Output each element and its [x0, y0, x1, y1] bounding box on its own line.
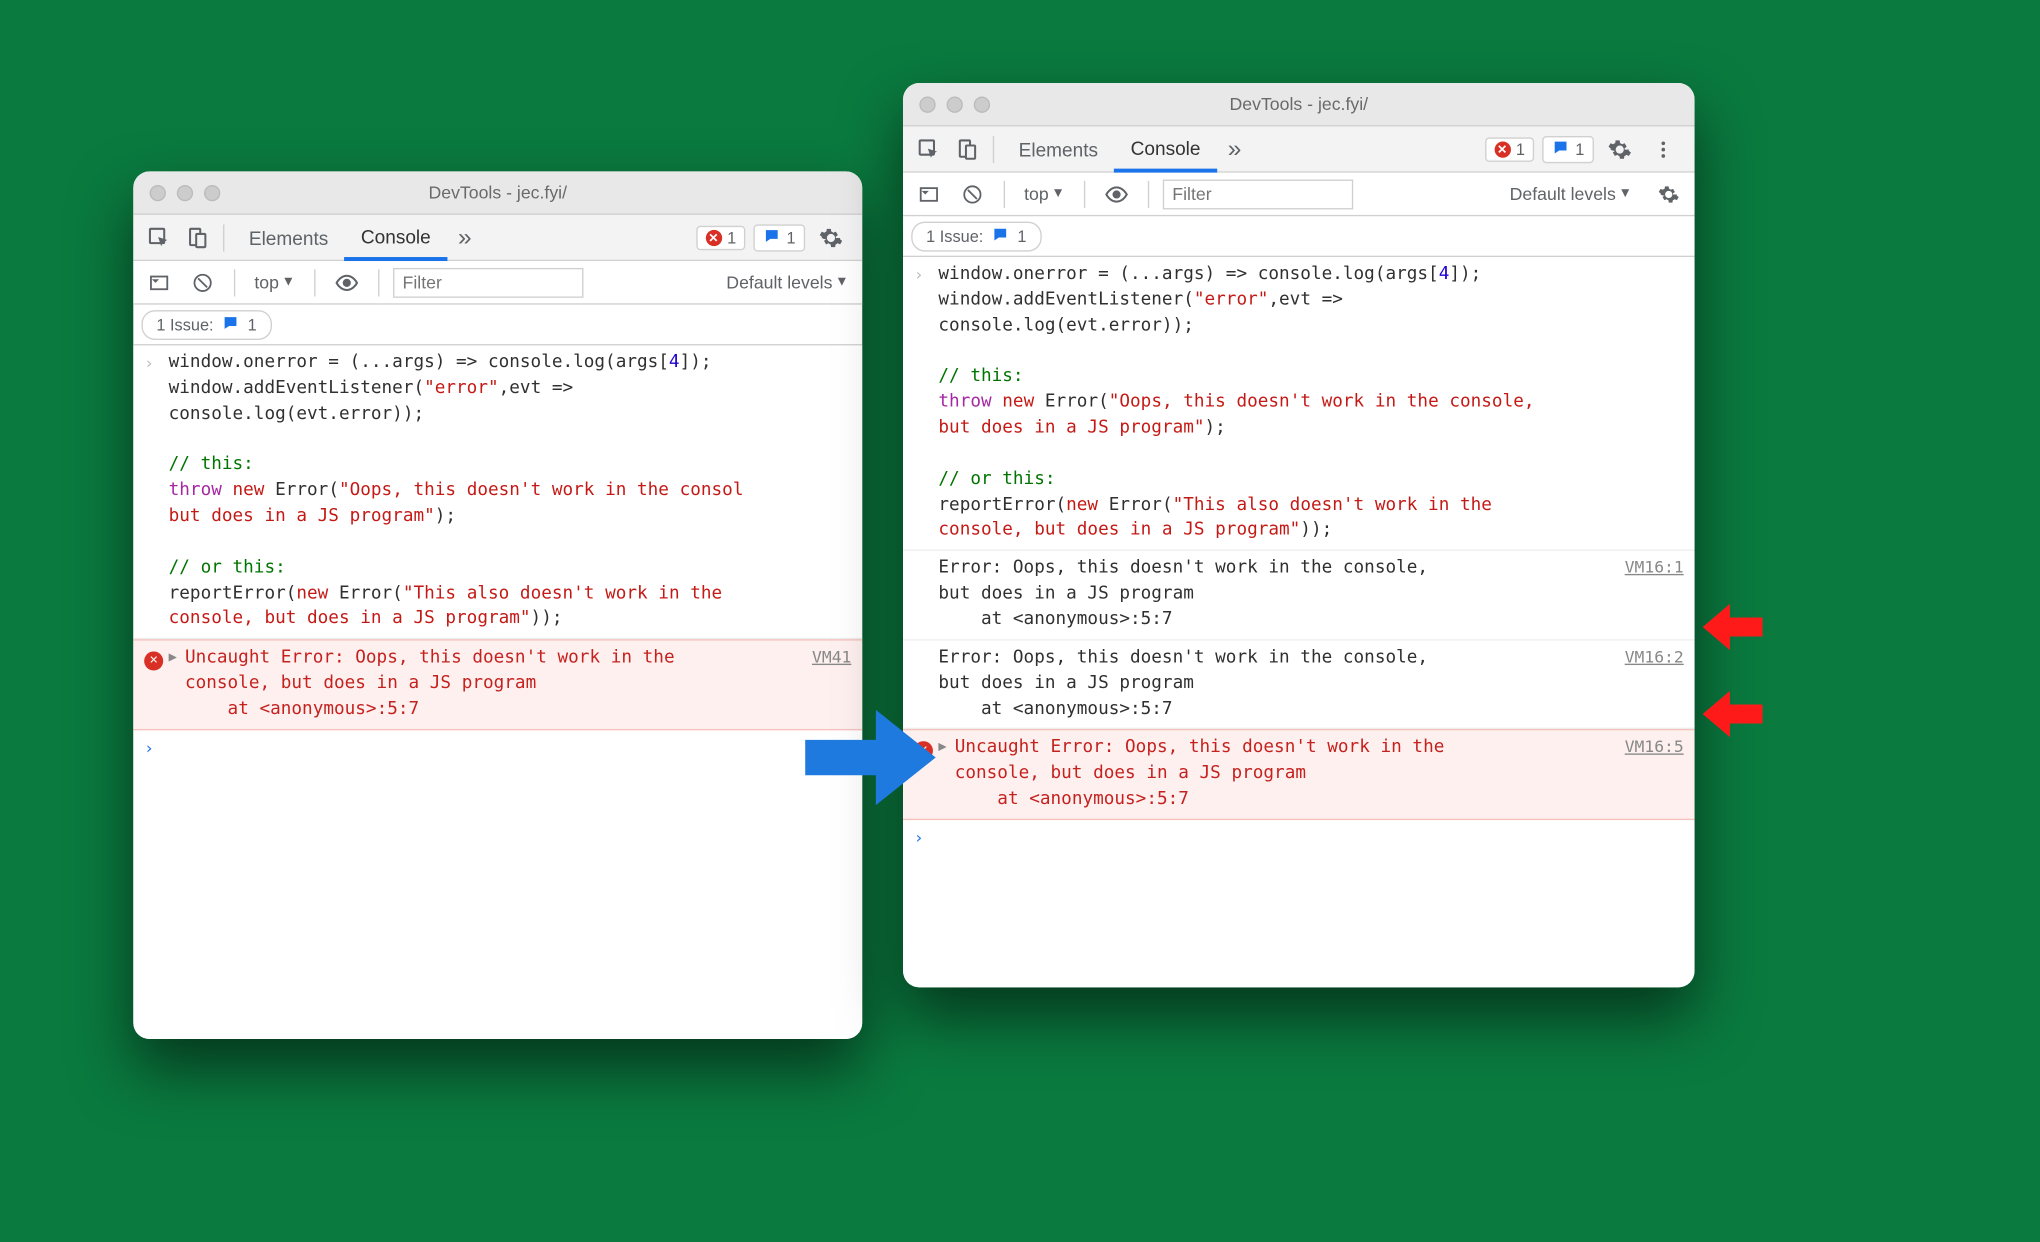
filter-input[interactable] [1163, 179, 1353, 209]
window-title: DevTools - jec.fyi/ [903, 94, 1695, 114]
console-prompt[interactable]: › [903, 820, 1695, 856]
filter-input[interactable] [393, 267, 583, 297]
clear-icon[interactable] [185, 265, 220, 300]
error-icon: ✕ [144, 652, 163, 671]
error-badge[interactable]: ✕1 [696, 225, 746, 249]
console-code: window.onerror = (...args) => console.lo… [938, 262, 1683, 544]
message-badge[interactable]: 1 [754, 224, 805, 251]
gear-icon[interactable] [1602, 131, 1637, 166]
tabs: Elements Console » [1002, 126, 1252, 171]
clear-icon[interactable] [955, 176, 990, 211]
traffic-lights[interactable] [133, 184, 220, 200]
error-text: Uncaught Error: Oops, this doesn't work … [955, 736, 1614, 813]
tabs: Elements Console » [233, 215, 483, 260]
device-icon[interactable] [180, 220, 215, 255]
gear-icon[interactable] [1651, 176, 1686, 211]
traffic-lights[interactable] [903, 96, 990, 112]
tabs-overflow[interactable]: » [1217, 126, 1252, 171]
error-badge[interactable]: ✕1 [1485, 137, 1535, 161]
console-toolbar: top ▼ Default levels ▼ [903, 173, 1695, 217]
issues-bar: 1 Issue: 1 [133, 305, 862, 346]
devtools-window-before: DevTools - jec.fyi/ Elements Console » ✕… [133, 171, 862, 1039]
prompt-icon: › [144, 351, 168, 633]
eye-icon[interactable] [329, 265, 364, 300]
annotation-arrow-big [805, 710, 936, 805]
devtools-window-after: DevTools - jec.fyi/ Elements Console » ✕… [903, 83, 1695, 987]
error-text: Uncaught Error: Oops, this doesn't work … [185, 646, 801, 723]
eye-icon[interactable] [1099, 176, 1134, 211]
main-toolbar: Elements Console » ✕1 1 [903, 126, 1695, 172]
source-link[interactable]: VM16:5 [1614, 736, 1684, 813]
annotation-arrow-small [1703, 691, 1763, 737]
tab-console[interactable]: Console [1114, 126, 1217, 172]
expand-icon[interactable]: ▶ [169, 646, 185, 723]
console-input-row: › window.onerror = (...args) => console.… [903, 257, 1695, 551]
log-text: Error: Oops, this doesn't work in the co… [938, 646, 1613, 723]
log-row[interactable]: Error: Oops, this doesn't work in the co… [903, 551, 1695, 640]
levels-dropdown[interactable]: Default levels ▼ [726, 272, 854, 292]
levels-dropdown[interactable]: Default levels ▼ [1510, 184, 1638, 204]
tab-elements[interactable]: Elements [233, 215, 345, 260]
kebab-icon[interactable] [1646, 131, 1681, 166]
issues-bar: 1 Issue: 1 [903, 216, 1695, 257]
error-row[interactable]: ✕ ▶ Uncaught Error: Oops, this doesn't w… [903, 729, 1695, 819]
titlebar: DevTools - jec.fyi/ [133, 171, 862, 215]
context-dropdown[interactable]: top ▼ [1019, 181, 1071, 207]
error-row[interactable]: ✕ ▶ Uncaught Error: Oops, this doesn't w… [133, 640, 862, 730]
window-title: DevTools - jec.fyi/ [133, 182, 862, 202]
source-link[interactable]: VM16:1 [1614, 557, 1684, 634]
console-input-row: › window.onerror = (...args) => console.… [133, 345, 862, 639]
source-link[interactable]: VM16:2 [1614, 646, 1684, 723]
console-toolbar: top ▼ Default levels ▼ [133, 261, 862, 305]
prompt-icon: › [914, 262, 938, 544]
main-toolbar: Elements Console » ✕1 1 [133, 215, 862, 261]
tab-console[interactable]: Console [345, 215, 448, 261]
device-icon[interactable] [949, 131, 984, 166]
log-text: Error: Oops, this doesn't work in the co… [938, 557, 1613, 634]
console-output: › window.onerror = (...args) => console.… [133, 345, 862, 1039]
message-badge[interactable]: 1 [1543, 135, 1594, 162]
sidebar-toggle-icon[interactable] [911, 176, 946, 211]
tab-elements[interactable]: Elements [1002, 126, 1114, 171]
annotation-arrow-small [1703, 604, 1763, 650]
titlebar: DevTools - jec.fyi/ [903, 83, 1695, 127]
gear-icon[interactable] [813, 220, 848, 255]
expand-icon[interactable]: ▶ [938, 736, 954, 813]
sidebar-toggle-icon[interactable] [141, 265, 176, 300]
issues-chip[interactable]: 1 Issue: 1 [911, 221, 1041, 251]
tabs-overflow[interactable]: » [447, 215, 482, 260]
inspect-icon[interactable] [141, 220, 176, 255]
issues-chip[interactable]: 1 Issue: 1 [141, 309, 271, 339]
log-row[interactable]: Error: Oops, this doesn't work in the co… [903, 640, 1695, 729]
inspect-icon[interactable] [911, 131, 946, 166]
console-output: › window.onerror = (...args) => console.… [903, 257, 1695, 987]
console-code: window.onerror = (...args) => console.lo… [169, 351, 852, 633]
console-prompt[interactable]: › [133, 730, 862, 766]
context-dropdown[interactable]: top ▼ [249, 269, 301, 295]
